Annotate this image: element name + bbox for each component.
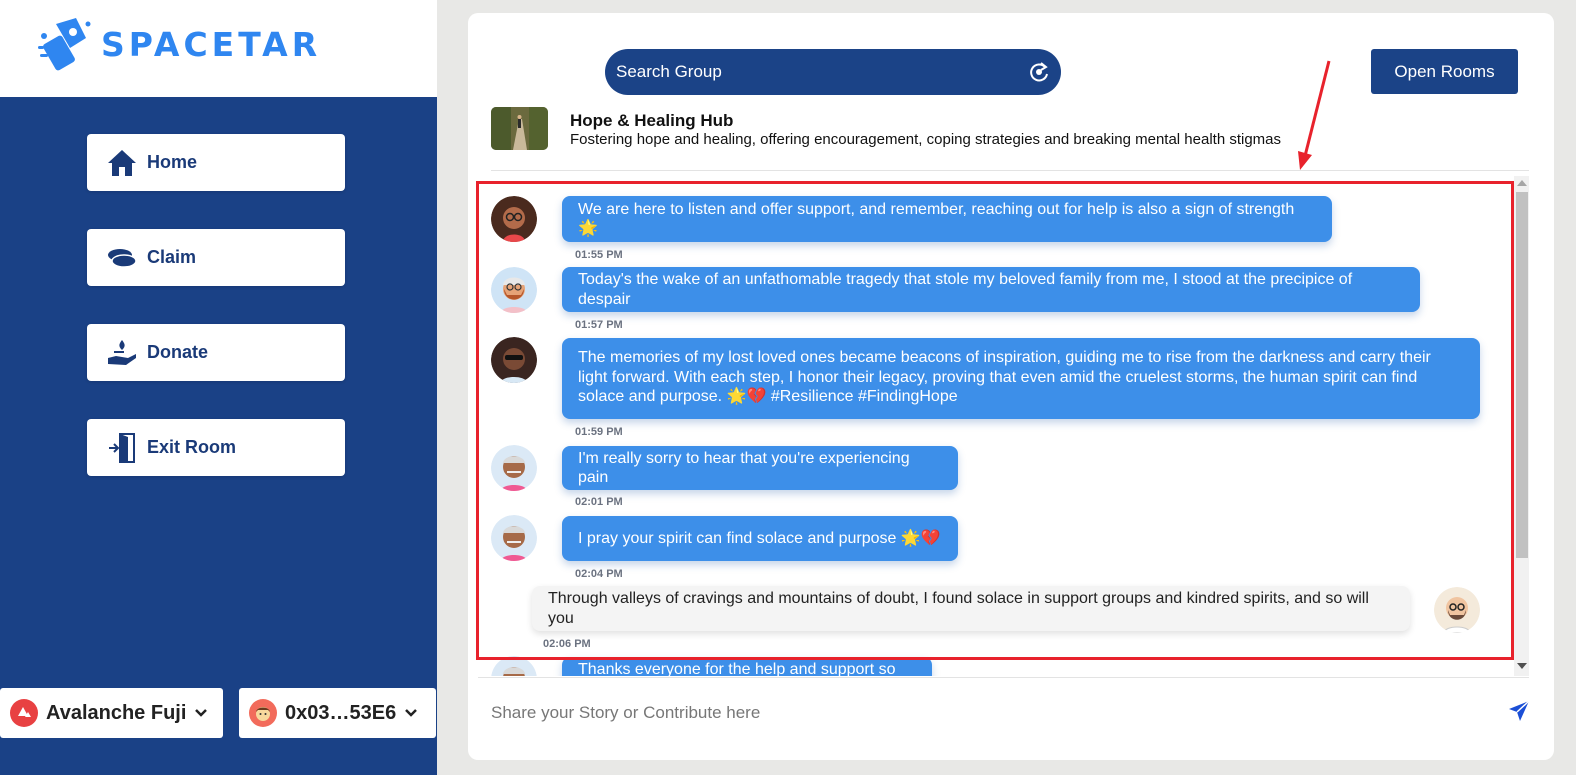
donate-hand-icon <box>106 337 138 369</box>
exit-door-icon <box>106 432 138 464</box>
refresh-icon[interactable] <box>1028 61 1050 83</box>
sidebar <box>0 0 437 775</box>
group-thumbnail <box>491 107 548 150</box>
send-icon[interactable] <box>1508 700 1530 722</box>
group-description: Fostering hope and healing, offering enc… <box>570 131 1282 148</box>
search-group-input[interactable]: Search Group <box>605 49 1061 95</box>
network-selector[interactable]: Avalanche Fuji <box>0 688 223 738</box>
nav-claim-label: Claim <box>147 247 197 267</box>
account-selector[interactable]: 0x03…53E6 <box>239 688 436 738</box>
rocket-logo-icon <box>38 18 91 71</box>
open-rooms-button[interactable]: Open Rooms <box>1371 49 1518 94</box>
coins-icon <box>106 242 138 274</box>
compose-message-input[interactable] <box>491 701 1491 725</box>
nav-exit-room-label: Exit Room <box>147 437 237 457</box>
logo-bar: SPACETAR <box>0 0 437 97</box>
nav-donate-button[interactable]: Donate <box>87 324 345 381</box>
group-title: Hope & Healing Hub <box>570 111 734 130</box>
nav-donate-label: Donate <box>147 342 209 362</box>
home-icon <box>106 147 138 179</box>
annotation-arrow-icon <box>1298 60 1331 170</box>
scroll-down-arrow-icon[interactable] <box>1517 663 1527 669</box>
divider <box>491 170 1529 171</box>
scrollbar-thumb[interactable] <box>1516 192 1528 558</box>
nav-claim-button[interactable]: Claim <box>87 229 345 286</box>
divider <box>478 677 1529 678</box>
nav-home-label: Home <box>147 152 198 172</box>
account-address: 0x03…53E6 <box>285 701 397 724</box>
brand-name: SPACETAR <box>101 25 322 64</box>
avalanche-icon <box>10 699 38 727</box>
account-avatar-icon <box>249 699 277 727</box>
nav-home-button[interactable]: Home <box>87 134 345 191</box>
chevron-down-icon <box>405 709 418 717</box>
network-label: Avalanche Fuji <box>46 701 187 724</box>
chevron-down-icon <box>195 709 208 717</box>
search-label: Search Group <box>616 62 722 81</box>
nav-exit-room-button[interactable]: Exit Room <box>87 419 345 476</box>
annotation-highlight-box <box>476 181 1514 660</box>
scroll-up-arrow-icon[interactable] <box>1517 180 1527 186</box>
